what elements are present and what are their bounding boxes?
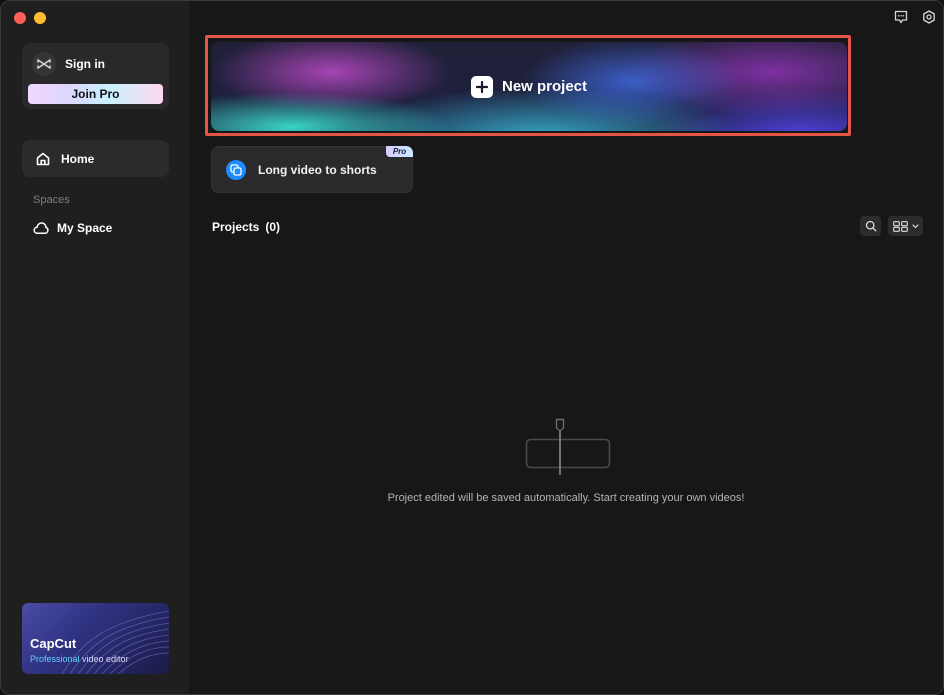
new-project-label: New project — [501, 78, 588, 95]
promo-subtitle: Professional video editor — [30, 654, 129, 664]
minimize-window-button[interactable] — [34, 12, 46, 24]
close-window-button[interactable] — [14, 12, 26, 24]
projects-heading: Projects (0) — [212, 220, 280, 234]
empty-projects-icon — [525, 418, 611, 475]
long-video-to-shorts-button[interactable]: Long video to shorts Pro — [211, 146, 413, 193]
sign-in-link[interactable]: Sign in — [65, 57, 105, 71]
promo-subtitle-rest: video editor — [79, 654, 129, 664]
join-pro-button[interactable]: Join Pro — [28, 84, 163, 104]
account-card: Sign in Join Pro — [22, 43, 169, 109]
promo-subtitle-accent: Professional — [30, 654, 80, 664]
window-controls — [14, 12, 46, 24]
main-area: New project Long video to shorts Pro Pro… — [189, 1, 943, 694]
promo-banner[interactable]: CapCut Professional video editor — [22, 603, 169, 674]
search-projects-button[interactable] — [860, 216, 881, 236]
spaces-heading: Spaces — [33, 194, 70, 206]
chevron-down-icon — [911, 223, 919, 228]
capcut-logo-icon — [32, 52, 56, 76]
settings-icon[interactable] — [922, 10, 936, 24]
long-video-label: Long video to shorts — [258, 162, 377, 177]
sidebar-item-label: My Space — [57, 221, 113, 235]
new-project-content: New project — [211, 42, 847, 131]
new-project-button[interactable]: New project — [211, 42, 847, 131]
grid-view-icon — [892, 220, 908, 232]
empty-projects-message: Project edited will be saved automatical… — [387, 492, 745, 504]
promo-title: CapCut — [30, 636, 77, 651]
view-mode-dropdown[interactable] — [888, 216, 923, 236]
pro-badge: Pro — [386, 146, 413, 157]
home-icon — [36, 152, 50, 165]
sidebar-item-home[interactable]: Home — [22, 140, 169, 177]
cloud-icon — [33, 222, 49, 234]
feedback-icon[interactable] — [894, 10, 908, 24]
sidebar-item-label: Home — [61, 151, 95, 166]
app-window: Sign in Join Pro Home Spaces My Space Ca… — [0, 0, 944, 695]
shorts-icon — [226, 159, 246, 180]
sidebar: Sign in Join Pro Home Spaces My Space Ca… — [1, 1, 189, 694]
search-icon — [865, 220, 876, 232]
projects-title: Projects — [212, 220, 260, 234]
projects-count: (0) — [265, 220, 281, 234]
sidebar-item-my-space[interactable]: My Space — [22, 215, 169, 241]
plus-icon — [470, 75, 493, 98]
